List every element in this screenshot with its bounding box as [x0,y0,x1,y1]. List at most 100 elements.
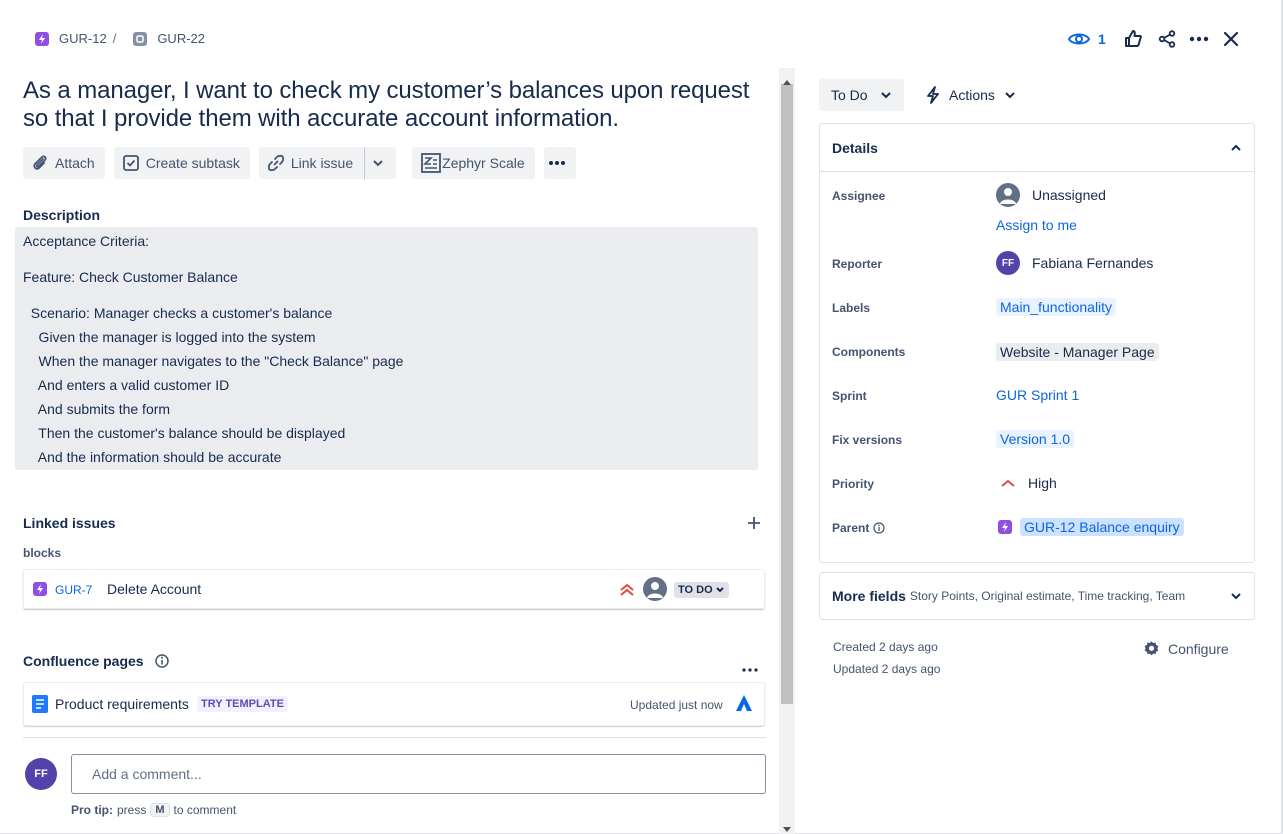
issue-header-actions: 1 [1068,27,1239,51]
eye-icon [1068,33,1090,45]
like-button[interactable] [1124,27,1142,51]
priority-value: High [1028,475,1057,491]
link-relation-label: blocks [23,546,62,560]
link-issue-label: Link issue [290,155,354,171]
assign-to-me-link[interactable]: Assign to me [996,217,1077,233]
issue-toolbar: Attach Create subtask Link issue Zephyr … [23,147,585,179]
comment-input[interactable]: Add a comment... [71,754,766,794]
configure-label: Configure [1168,640,1229,657]
info-icon[interactable] [154,653,170,669]
confluence-updated: Updated just now [630,698,723,712]
linked-issue-status-dropdown[interactable]: TO DO [674,582,729,598]
scrollbar-thumb[interactable] [781,84,793,704]
details-panel: Details Assignee Unassigned Assign to me… [819,123,1255,563]
try-template-badge: TRY TEMPLATE [197,696,288,712]
create-subtask-button[interactable]: Create subtask [113,147,250,179]
link-issue-button[interactable]: Link issue [258,147,364,179]
breadcrumb-parent-link[interactable]: GUR-12 [59,31,107,46]
more-actions-button[interactable] [1189,27,1209,51]
scroll-down-arrow-icon[interactable] [783,820,791,834]
assignee-field[interactable]: Unassigned [996,183,1106,207]
reporter-label: Reporter [832,257,883,271]
priority-highest-icon [619,583,635,600]
confluence-page-title[interactable]: Product requirements [55,696,189,712]
zephyr-label: Zephyr Scale [442,155,525,171]
issue-title[interactable]: As a manager, I want to check my custome… [23,77,763,133]
reporter-field[interactable]: FF Fabiana Fernandes [996,251,1153,275]
configure-button[interactable]: Configure [1143,640,1229,657]
status-dropdown[interactable]: To Do [819,79,904,111]
description-line: And enters a valid customer ID [23,377,230,393]
labels-field[interactable]: Main_functionality [996,298,1117,316]
paperclip-icon [33,155,47,170]
description-line: Given the manager is logged into the sys… [23,329,316,345]
gear-icon [1144,641,1159,656]
story-icon [998,520,1012,534]
chevron-down-icon [880,92,891,99]
zephyr-scale-button[interactable]: Zephyr Scale [412,147,535,179]
parent-field[interactable]: GUR-12 Balance enquiry [996,518,1184,536]
add-linked-issue-button[interactable] [746,515,762,534]
chevron-down-icon [1231,593,1241,600]
plus-icon [748,517,760,529]
linked-issue-summary[interactable]: Delete Account [107,581,201,597]
assignee-value: Unassigned [1032,187,1106,203]
actions-dropdown[interactable]: Actions [920,79,1022,111]
scroll-up-arrow-icon[interactable] [783,72,791,88]
close-icon [1223,31,1238,47]
linked-issues-heading: Linked issues [23,515,116,531]
details-header[interactable]: Details [820,124,1254,172]
unassigned-avatar-icon [643,577,667,601]
comment-divider [23,737,766,738]
more-fields-panel[interactable]: More fields Story Points, Original estim… [819,572,1255,620]
fix-versions-field[interactable]: Version 1.0 [996,430,1075,448]
label-chip[interactable]: Main_functionality [996,298,1117,316]
status-label: To Do [831,87,868,103]
confluence-heading: Confluence pages [23,653,144,669]
chevron-down-icon [372,160,383,167]
created-timestamp: Created 2 days ago [833,640,938,654]
confluence-page-row[interactable]: Product requirements TRY TEMPLATE Update… [23,682,765,726]
sprint-link[interactable]: GUR Sprint 1 [996,387,1079,403]
breadcrumb-current-link[interactable]: GUR-22 [157,31,205,46]
info-icon[interactable] [873,522,885,534]
subtask-icon [133,31,148,46]
share-icon [1158,30,1175,48]
description-line: Feature: Check Customer Balance [23,269,238,285]
actions-label: Actions [949,87,995,103]
updated-timestamp: Updated 2 days ago [833,662,941,676]
details-heading: Details [832,139,878,156]
thumbs-up-icon [1124,30,1142,47]
priority-field[interactable]: High [996,475,1057,491]
description-heading: Description [23,207,101,223]
share-button[interactable] [1158,27,1176,51]
toolbar-more-button[interactable] [543,147,576,179]
create-subtask-label: Create subtask [145,155,240,171]
watch-button[interactable]: 1 [1068,27,1106,51]
close-button[interactable] [1223,27,1239,51]
linked-issue-row[interactable]: GUR-7 Delete Account TO DO [23,569,765,609]
parent-label: Parent [832,521,870,535]
watch-count: 1 [1098,31,1106,47]
confluence-more-button[interactable] [742,659,758,675]
components-field[interactable]: Website - Manager Page [996,343,1159,361]
description-line: And the information should be accurate [23,449,282,465]
confluence-logo-icon [735,694,753,715]
linked-issue-status: TO DO [678,584,713,596]
sprint-label: Sprint [832,389,867,403]
issue-title-line-1: As a manager, I want to check my custome… [23,77,750,104]
linked-issue-key[interactable]: GUR-7 [55,583,92,597]
parent-link[interactable]: GUR-12 Balance enquiry [1020,518,1184,536]
comment-placeholder: Add a comment... [92,766,202,782]
attach-button[interactable]: Attach [23,147,105,179]
version-chip[interactable]: Version 1.0 [996,430,1075,448]
labels-label: Labels [832,301,871,315]
link-issue-dropdown[interactable] [364,147,397,179]
parent-label-group: Parent [832,521,885,535]
description-line: Then the customer's balance should be di… [23,425,346,441]
more-fields-hint: Story Points, Original estimate, Time tr… [909,589,1186,603]
description-line: Acceptance Criteria: [23,233,150,249]
pro-tip-key: M [150,803,170,817]
priority-label: Priority [832,477,875,491]
reporter-value: Fabiana Fernandes [1032,255,1154,271]
